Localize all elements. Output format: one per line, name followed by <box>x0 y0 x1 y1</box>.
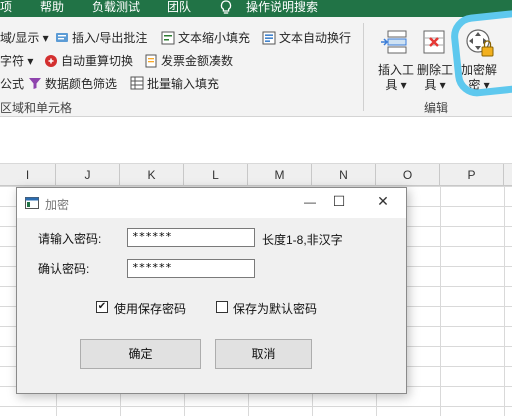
save-default-password-checkbox[interactable] <box>216 301 228 313</box>
group-label-region: 区域和单元格 <box>0 101 73 115</box>
color-filter-icon <box>28 76 42 90</box>
ok-button[interactable]: 确定 <box>80 339 201 369</box>
column-header-N[interactable]: N <box>312 164 376 186</box>
auto-recalc-toggle[interactable]: 自动重算切换 <box>61 51 133 71</box>
wrap-text-icon <box>262 31 276 45</box>
save-default-password-label[interactable]: 保存为默认密码 <box>233 300 317 317</box>
password-label: 请输入密码: <box>38 232 102 246</box>
column-header-K[interactable]: K <box>120 164 184 186</box>
group-divider <box>363 23 364 111</box>
dialog-title: 加密 <box>45 198 70 212</box>
menu-item-partial[interactable]: 项 <box>0 0 12 17</box>
formula-bar-area <box>0 118 512 164</box>
lightbulb-icon <box>219 0 233 16</box>
password-input[interactable]: ****** <box>127 228 255 247</box>
batch-fill-icon <box>130 76 144 90</box>
delete-tool-icon <box>420 29 450 55</box>
ribbon-formula-cmd[interactable]: 公式 <box>0 74 24 94</box>
comment-icon <box>55 31 69 45</box>
menu-bar: 项 帮助 负载测试 团队 操作说明搜索 <box>0 0 512 17</box>
close-icon[interactable]: ✕ <box>375 193 391 210</box>
insert-export-annotation-button[interactable]: 插入/导出批注 <box>72 28 147 48</box>
delete-tool-button[interactable]: 删除工具 ▾ <box>413 63 457 93</box>
text-shrink-fill-button[interactable]: 文本缩小填充 <box>178 28 250 48</box>
recalc-icon <box>44 54 58 68</box>
ribbon-region-display-cmd[interactable]: 域/显示 ▾ <box>0 28 49 48</box>
menu-item-team[interactable]: 团队 <box>167 0 191 17</box>
column-header-O[interactable]: O <box>376 164 440 186</box>
ribbon: 域/显示 ▾ 字符 ▾ 公式 插入/导出批注 文本缩小填充 文本自动换行 自动重… <box>0 17 512 117</box>
data-color-filter-button[interactable]: 数据颜色筛选 <box>45 74 117 94</box>
confirm-password-label: 确认密码: <box>38 262 90 276</box>
column-header-J[interactable]: J <box>56 164 120 186</box>
invoice-icon <box>144 54 158 68</box>
minimize-icon[interactable]: — <box>302 195 318 209</box>
encrypt-dialog: 加密 — ☐ ✕ 请输入密码: ****** 长度1-8,非汉字 确认密码: *… <box>16 187 407 394</box>
group-label-edit: 编辑 <box>424 101 449 115</box>
text-auto-wrap-button[interactable]: 文本自动换行 <box>279 28 351 48</box>
column-header-M[interactable]: M <box>248 164 312 186</box>
shrink-fill-icon <box>161 31 175 45</box>
tell-me-search[interactable]: 操作说明搜索 <box>246 0 318 17</box>
cancel-button[interactable]: 取消 <box>215 339 312 369</box>
ribbon-char-cmd[interactable]: 字符 ▾ <box>0 51 33 71</box>
use-saved-password-checkbox[interactable]: ✔ <box>96 301 108 313</box>
insert-tool-button[interactable]: 插入工具 ▾ <box>374 63 418 93</box>
menu-item-help[interactable]: 帮助 <box>40 0 64 17</box>
dialog-title-bar[interactable]: 加密 — ☐ ✕ <box>17 188 406 218</box>
use-saved-password-label[interactable]: 使用保存密码 <box>114 300 186 317</box>
column-header-row: I J K L M N O P <box>0 164 512 186</box>
highlight-annotation <box>448 7 512 99</box>
batch-input-fill-button[interactable]: 批量输入填充 <box>147 74 219 94</box>
menu-item-load-test[interactable]: 负载测试 <box>92 0 140 17</box>
maximize-icon[interactable]: ☐ <box>331 193 347 210</box>
app-window-icon <box>25 197 39 209</box>
invoice-amount-button[interactable]: 发票金额凑数 <box>161 51 233 71</box>
insert-tool-icon <box>380 29 410 55</box>
password-hint: 长度1-8,非汉字 <box>262 233 343 247</box>
column-header-P[interactable]: P <box>440 164 504 186</box>
column-header-I[interactable]: I <box>0 164 56 186</box>
confirm-password-input[interactable]: ****** <box>127 259 255 278</box>
column-header-L[interactable]: L <box>184 164 248 186</box>
